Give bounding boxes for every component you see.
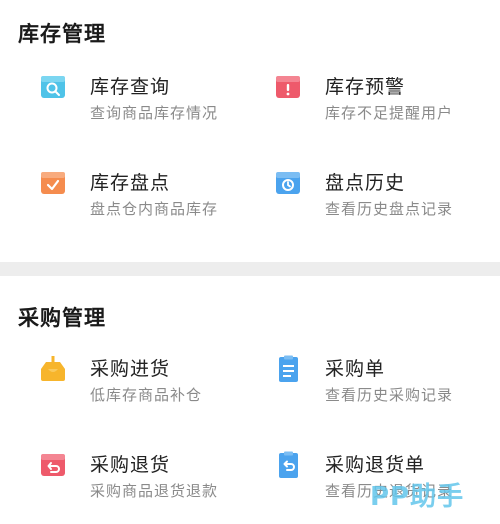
item-title: 库存预警 bbox=[325, 76, 406, 98]
item-title: 库存查询 bbox=[90, 76, 171, 98]
item-description: 查询商品库存情况 bbox=[90, 104, 219, 122]
purchase-return-item[interactable]: 采购退货 采购商品退货退款 bbox=[38, 450, 263, 514]
inventory-warning-icon bbox=[273, 72, 303, 102]
check-history-item[interactable]: 盘点历史 查看历史盘点记录 bbox=[273, 168, 498, 232]
section-divider bbox=[0, 262, 500, 276]
check-history-icon bbox=[273, 168, 303, 198]
inventory-count-item[interactable]: 库存盘点 盘点仓内商品库存 bbox=[38, 168, 263, 232]
item-description: 盘点仓内商品库存 bbox=[90, 200, 219, 218]
item-title: 库存盘点 bbox=[90, 172, 171, 194]
inventory-search-icon bbox=[38, 72, 68, 102]
inventory-query-item[interactable]: 库存查询 查询商品库存情况 bbox=[38, 72, 263, 136]
item-description: 查看历史盘点记录 bbox=[325, 200, 454, 218]
return-order-icon bbox=[273, 450, 303, 480]
purchase-order-item[interactable]: 采购单 查看历史采购记录 bbox=[273, 354, 498, 418]
inventory-section-title: 库存管理 bbox=[18, 22, 106, 46]
purchase-return-icon bbox=[38, 450, 68, 480]
purchase-stock-icon bbox=[38, 354, 68, 384]
purchase-section-title: 采购管理 bbox=[18, 306, 106, 330]
inventory-warning-item[interactable]: 库存预警 库存不足提醒用户 bbox=[273, 72, 498, 136]
item-title: 采购退货单 bbox=[325, 454, 426, 476]
item-description: 采购商品退货退款 bbox=[90, 482, 219, 500]
item-title: 盘点历史 bbox=[325, 172, 406, 194]
inventory-check-icon bbox=[38, 168, 68, 198]
item-description: 低库存商品补仓 bbox=[90, 386, 203, 404]
item-title: 采购退货 bbox=[90, 454, 171, 476]
item-description: 库存不足提醒用户 bbox=[325, 104, 454, 122]
inventory-section: 库存管理 库存查询 查询商品库存情况 库存预警 库存不足提醒用户 库存盘点 盘点… bbox=[0, 0, 500, 262]
watermark: PP助手 bbox=[370, 482, 465, 512]
purchase-stock-item[interactable]: 采购进货 低库存商品补仓 bbox=[38, 354, 263, 418]
purchase-order-icon bbox=[273, 354, 303, 384]
item-title: 采购进货 bbox=[90, 358, 171, 380]
item-title: 采购单 bbox=[325, 358, 386, 380]
item-description: 查看历史采购记录 bbox=[325, 386, 454, 404]
